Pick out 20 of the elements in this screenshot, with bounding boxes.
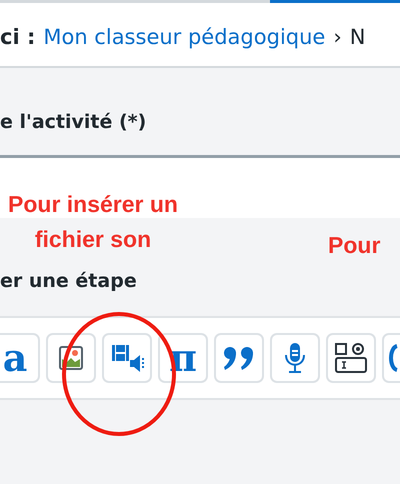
quote-icon (223, 345, 255, 371)
form-widget-icon (334, 342, 368, 374)
breadcrumb-item: N (350, 24, 366, 48)
annotation-text: Pour insérer un fichier son (8, 190, 178, 254)
microphone-icon (284, 342, 306, 374)
toolbar-icon (388, 344, 398, 372)
image-button[interactable] (46, 333, 96, 383)
section-label: er une étape (0, 270, 138, 294)
form-button[interactable] (326, 333, 376, 383)
input-field[interactable] (0, 155, 400, 218)
microphone-button[interactable] (270, 333, 320, 383)
breadcrumb-label: ci : (0, 24, 36, 48)
quote-button[interactable] (214, 333, 264, 383)
film-speaker-icon (110, 343, 144, 373)
audio-file-button[interactable] (102, 333, 152, 383)
annotation-text: Pour (328, 231, 380, 260)
breadcrumb-link[interactable]: Mon classeur pédagogique (43, 24, 326, 48)
breadcrumb-separator: › (333, 24, 342, 48)
toolbar-button[interactable]: a (0, 333, 40, 383)
field-label: e l'activité (*) (0, 110, 146, 132)
